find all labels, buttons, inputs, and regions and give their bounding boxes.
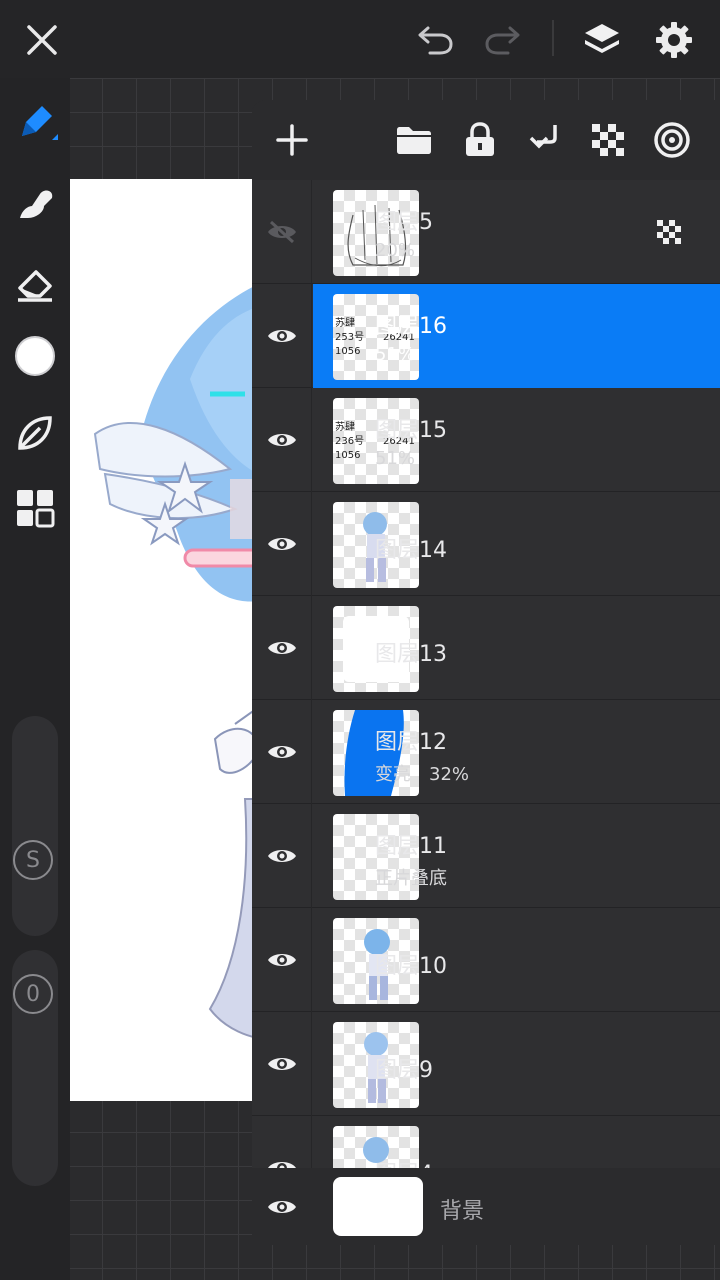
layer-row[interactable]: 苏肆 236号 1056 26241 图层15 51% xyxy=(252,388,720,492)
brush-size-slider[interactable] xyxy=(12,716,58,936)
background-layer-name: 背景 xyxy=(440,1199,485,1224)
eye-icon[interactable] xyxy=(252,700,312,804)
artwork xyxy=(93,279,270,1041)
gallery-icon[interactable] xyxy=(10,483,60,533)
layer-info: 变亮 32% xyxy=(375,760,469,786)
color-picker[interactable] xyxy=(10,331,60,381)
layer-name: 图层4 xyxy=(375,1156,433,1168)
layers-icon[interactable] xyxy=(578,16,626,64)
thumb-text: 1056 xyxy=(335,346,360,357)
layer-row[interactable]: 图层5 20% xyxy=(252,180,720,284)
eye-icon[interactable] xyxy=(252,804,312,908)
smudge-tool-icon[interactable] xyxy=(10,180,60,230)
layer-list[interactable]: 图层5 20% 苏肆 253号 1056 26241 图层16 51% 苏肆 2… xyxy=(252,180,720,1168)
layer-info: 正片叠底 xyxy=(375,864,447,890)
layer-opacity: 51% xyxy=(375,344,416,365)
layer-info: 51% xyxy=(375,448,415,469)
eraser-tool-icon[interactable] xyxy=(10,258,60,308)
layer-opacity: 32% xyxy=(429,764,470,785)
transparency-icon[interactable] xyxy=(588,120,628,160)
layer-name: 图层9 xyxy=(375,1058,433,1083)
gear-icon[interactable] xyxy=(650,16,698,64)
close-icon[interactable] xyxy=(20,18,64,62)
layer-info: 20% xyxy=(375,240,415,261)
eye-hidden-icon[interactable] xyxy=(252,180,312,284)
opacity-label: 0 xyxy=(13,974,53,1014)
blend-icon[interactable] xyxy=(652,120,692,160)
eye-icon[interactable] xyxy=(252,1168,312,1245)
background-color-swatch[interactable] xyxy=(333,1177,423,1236)
layer-name: 图层13 xyxy=(375,642,447,667)
thumb-text: 苏肆 xyxy=(335,316,355,329)
layer-row[interactable]: 图层14 xyxy=(252,492,720,596)
layer-row[interactable]: 图层11 正片叠底 xyxy=(252,804,720,908)
panel-pointer xyxy=(593,84,611,94)
layer-name: 图层5 xyxy=(375,210,433,235)
layer-row[interactable]: 图层12 变亮 32% xyxy=(252,700,720,804)
lock-icon[interactable] xyxy=(460,120,500,160)
redo-icon[interactable] xyxy=(480,18,524,62)
layer-row[interactable]: 图层9 xyxy=(252,1012,720,1116)
alpha-lock-icon[interactable] xyxy=(657,220,681,248)
eye-icon[interactable] xyxy=(252,388,312,492)
eye-icon[interactable] xyxy=(252,596,312,700)
layer-row[interactable]: 图层10 xyxy=(252,908,720,1012)
eye-icon[interactable] xyxy=(252,492,312,596)
thumb-text: 苏肆 xyxy=(335,420,355,433)
background-layer-row[interactable]: 背景 xyxy=(252,1168,720,1245)
size-label: S xyxy=(13,840,53,880)
layer-row[interactable]: 图层4 xyxy=(252,1116,720,1168)
thumb-text: 253号 xyxy=(335,331,364,343)
add-layer-icon[interactable] xyxy=(272,120,312,160)
merge-down-icon[interactable] xyxy=(524,120,564,160)
layer-name: 图层10 xyxy=(375,954,447,979)
top-bar xyxy=(0,0,720,94)
tool-sidebar: S 0 xyxy=(0,78,70,1280)
layer-name: 图层12 xyxy=(375,730,447,755)
layer-opacity: 51% xyxy=(375,448,416,469)
blend-mode: 正片叠底 xyxy=(375,868,447,889)
layer-name: 图层14 xyxy=(375,538,447,563)
layer-name: 图层16 xyxy=(375,314,447,339)
layer-name: 图层15 xyxy=(375,418,447,443)
eye-icon[interactable] xyxy=(252,908,312,1012)
layer-row-selected[interactable]: 苏肆 253号 1056 26241 图层16 51% xyxy=(252,284,720,388)
drawing-canvas[interactable] xyxy=(70,179,270,1101)
eye-icon[interactable] xyxy=(252,284,312,388)
layer-info: 51% xyxy=(375,344,415,365)
toolbar-divider xyxy=(552,20,554,56)
layer-row[interactable]: 图层13 xyxy=(252,596,720,700)
brush-icon[interactable] xyxy=(10,408,60,458)
layer-opacity: 20% xyxy=(375,240,416,261)
thumb-text: 236号 xyxy=(335,435,364,447)
pen-tool-icon[interactable] xyxy=(10,98,60,148)
eye-icon[interactable] xyxy=(252,1116,312,1168)
layer-name: 图层11 xyxy=(375,834,447,859)
layer-panel-toolbar xyxy=(252,100,720,180)
folder-icon[interactable] xyxy=(394,120,434,160)
layer-panel: 图层5 20% 苏肆 253号 1056 26241 图层16 51% 苏肆 2… xyxy=(252,100,720,1245)
eye-icon[interactable] xyxy=(252,1012,312,1116)
thumb-text: 1056 xyxy=(335,450,360,461)
undo-icon[interactable] xyxy=(414,18,458,62)
blend-mode: 变亮 xyxy=(375,764,411,785)
